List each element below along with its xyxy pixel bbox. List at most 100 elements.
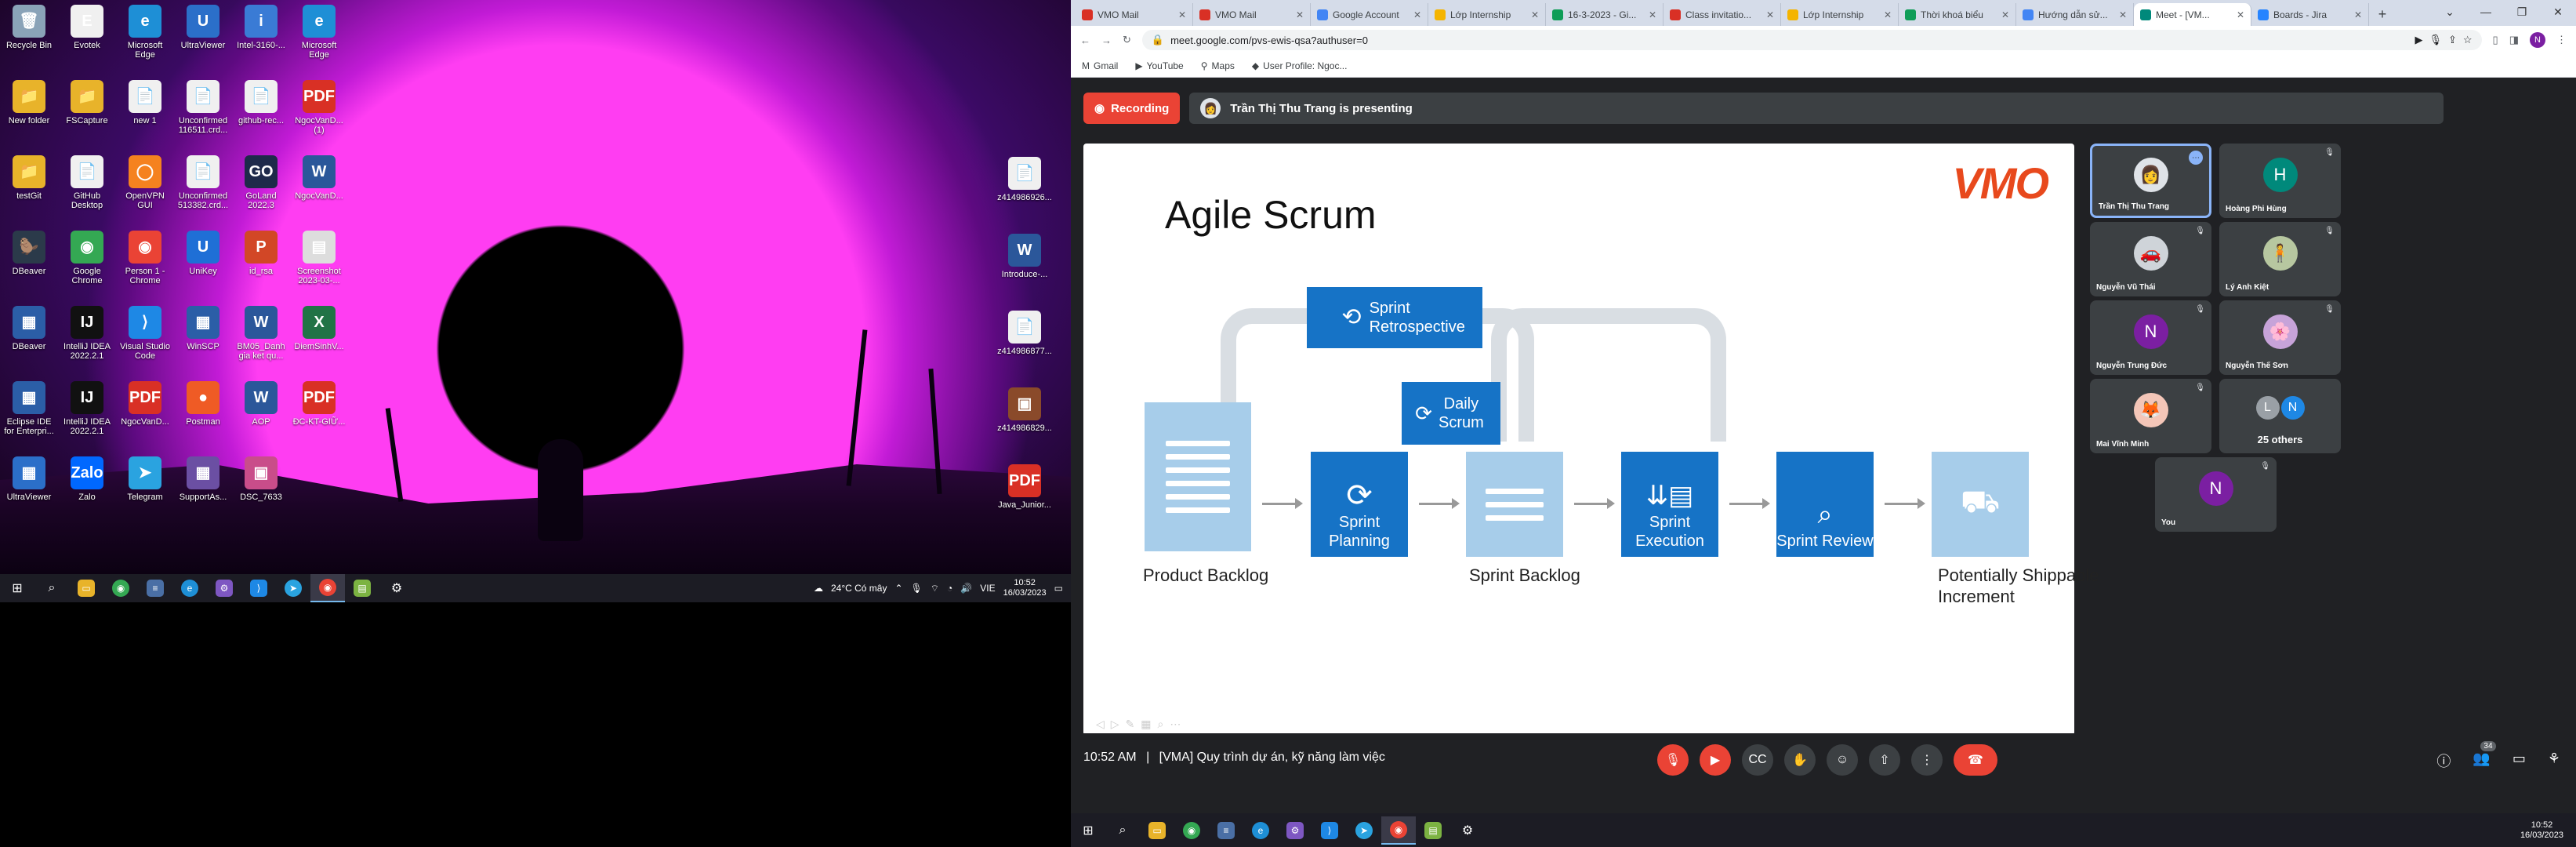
postman-icon[interactable]: ⚙ — [207, 574, 241, 602]
desktop-icon[interactable]: U UltraViewer — [176, 2, 230, 69]
tab-active[interactable]: Meet - [VM... ✕ — [2134, 3, 2251, 26]
settings-icon[interactable]: ⚙ — [379, 574, 414, 602]
desktop-icon[interactable]: PDF ĐC-KT-GIỮ... — [292, 378, 346, 445]
desktop-icon[interactable]: 📄 new 1 — [118, 77, 172, 144]
desktop-icon[interactable]: W BM05_Danh gia ket qu... — [234, 303, 288, 370]
desktop-icon[interactable]: 📄 Unconfirmed 116511.crd... — [176, 77, 230, 144]
notepad-icon[interactable]: ▤ — [1416, 816, 1450, 845]
desktop-icon[interactable]: ▤ Screenshot 2023-03-... — [292, 227, 346, 295]
desktop-icon[interactable]: ▣ z414986829... — [997, 384, 1052, 452]
chevron-up-icon[interactable]: ⌃ — [894, 583, 902, 594]
postman-icon[interactable]: ⚙ — [1278, 816, 1312, 845]
chrome-active-icon[interactable]: ◉ — [1381, 816, 1416, 845]
zoom-icon[interactable]: ⌕ — [1158, 718, 1164, 731]
desktop-icon[interactable]: ▦ Eclipse IDE for Enterpri... — [2, 378, 56, 445]
camera-off-button[interactable]: ▶ — [1700, 744, 1731, 776]
desktop-icon[interactable]: 📄 z414986877... — [997, 307, 1052, 375]
close-button[interactable]: ✕ — [2540, 0, 2576, 24]
more-options-icon[interactable]: ⋯ — [2189, 151, 2203, 165]
telegram-icon[interactable]: ➤ — [276, 574, 310, 602]
weather-text[interactable]: 24°C Có mây — [831, 583, 887, 594]
edge-icon[interactable]: e — [172, 574, 207, 602]
dbeaver-icon[interactable]: ≡ — [1209, 816, 1243, 845]
prev-slide-icon[interactable]: ◁ — [1096, 718, 1105, 731]
vscode-icon[interactable]: ⟩ — [1312, 816, 1347, 845]
desktop-icon[interactable]: 📁 FSCapture — [60, 77, 114, 144]
more-options-button[interactable]: ⋮ — [1911, 744, 1943, 776]
bookmark-item[interactable]: ⚲ Maps — [1201, 60, 1235, 71]
participant-tile[interactable]: 🚗 Nguyễn Vũ Thái 🎙 — [2090, 222, 2211, 296]
participant-tile[interactable]: 🦊 Mai Vĩnh Minh 🎙 — [2090, 379, 2211, 453]
search-icon[interactable]: ⌕ — [34, 574, 69, 602]
right-clock[interactable]: 10:52 16/03/2023 — [2520, 820, 2576, 841]
desktop-icon[interactable]: PDF Java_Junior... — [997, 461, 1052, 529]
lock-icon[interactable]: 🔒 — [1152, 34, 1164, 46]
desktop-icon[interactable]: ▦ UltraViewer — [2, 453, 56, 521]
tab[interactable]: VMO Mail ✕ — [1193, 3, 1311, 26]
desktop-icon[interactable]: ◉ Google Chrome — [60, 227, 114, 295]
activities-icon[interactable]: ⚘ — [2548, 751, 2560, 771]
tab-close-icon[interactable]: ✕ — [2237, 9, 2244, 20]
raise-hand-button[interactable]: ✋ — [1784, 744, 1816, 776]
tab[interactable]: Google Account ✕ — [1311, 3, 1428, 26]
clock[interactable]: 10:52 16/03/2023 — [1003, 578, 1047, 598]
back-icon[interactable]: ← — [1080, 35, 1090, 46]
tab-close-icon[interactable]: ✕ — [1296, 9, 1304, 20]
emoji-button[interactable]: ☺ — [1827, 744, 1858, 776]
tab[interactable]: Thời khoá biểu ✕ — [1899, 3, 2016, 26]
more-icon[interactable]: ⋯ — [1170, 718, 1181, 731]
wifi-icon[interactable]: ◔ — [947, 583, 952, 594]
telegram-icon[interactable]: ➤ — [1347, 816, 1381, 845]
tab[interactable]: Lớp Internship ✕ — [1781, 3, 1899, 26]
mic-permission-icon[interactable]: 🎙 — [2429, 34, 2442, 46]
desktop-icon[interactable]: ➤ Telegram — [118, 453, 172, 521]
desktop-icon[interactable]: PDF NgocVanD... (1) — [292, 77, 346, 144]
participant-tile[interactable]: H Hoàng Phi Hùng 🎙 — [2219, 144, 2341, 218]
minimize-button[interactable]: — — [2468, 0, 2504, 24]
settings-icon[interactable]: ⚙ — [1450, 816, 1485, 845]
dbeaver-icon[interactable]: ≡ — [138, 574, 172, 602]
desktop-icon[interactable]: ● Postman — [176, 378, 230, 445]
omnibox[interactable]: 🔒 meet.google.com/pvs-ewis-qsa?authuser=… — [1141, 30, 2482, 50]
desktop-icon[interactable]: 📁 New folder — [2, 77, 56, 144]
profile-avatar[interactable]: N — [2530, 32, 2545, 48]
notepad-icon[interactable]: ▤ — [345, 574, 379, 602]
participant-tile[interactable]: 🧍 Lý Anh Kiệt 🎙 — [2219, 222, 2341, 296]
chat-icon[interactable]: ▭ — [2513, 751, 2526, 771]
edge-icon[interactable]: e — [1243, 816, 1278, 845]
extensions-icon[interactable]: ◨ — [2509, 34, 2519, 46]
present-button[interactable]: ⇧ — [1869, 744, 1900, 776]
menu-icon[interactable]: ⋮ — [2556, 34, 2567, 46]
bookmark-star-icon[interactable]: ☆ — [2463, 34, 2473, 46]
tab[interactable]: Class invitatio... ✕ — [1664, 3, 1781, 26]
tab-close-icon[interactable]: ✕ — [1766, 9, 1774, 20]
weather-icon[interactable]: ☁ — [814, 583, 823, 594]
desktop-icon[interactable]: ▣ DSC_7633 — [234, 453, 288, 521]
tab-close-icon[interactable]: ✕ — [1413, 9, 1421, 20]
tab-close-icon[interactable]: ✕ — [1531, 9, 1539, 20]
tab-close-icon[interactable]: ✕ — [2354, 9, 2362, 20]
grid-icon[interactable]: ▦ — [1141, 718, 1151, 731]
desktop-icon[interactable]: Zalo Zalo — [60, 453, 114, 521]
desktop-icon[interactable]: ▦ DBeaver — [2, 303, 56, 370]
new-tab-button[interactable]: + — [2369, 3, 2396, 26]
desktop-icon[interactable]: U UniKey — [176, 227, 230, 295]
restore-button[interactable]: ❐ — [2504, 0, 2540, 24]
desktop-icon[interactable]: 📁 testGit — [2, 152, 56, 220]
chrome-active-icon[interactable]: ◉ — [310, 574, 345, 602]
desktop-icon[interactable]: ⟩ Visual Studio Code — [118, 303, 172, 370]
next-slide-icon[interactable]: ▷ — [1111, 718, 1119, 731]
participant-tile[interactable]: 👩 Trần Thị Thu Trang ⋯ — [2090, 144, 2211, 218]
mic-off-button[interactable]: 🎙 — [1657, 744, 1689, 776]
tab[interactable]: VMO Mail ✕ — [1076, 3, 1193, 26]
reload-icon[interactable]: ↻ — [1123, 34, 1131, 46]
tab[interactable]: Lớp Internship ✕ — [1428, 3, 1546, 26]
desktop-icon[interactable]: e Microsoft Edge — [118, 2, 172, 69]
volume-icon[interactable]: 🔊 — [960, 583, 972, 594]
tab-close-icon[interactable]: ✕ — [1884, 9, 1892, 20]
vscode-icon[interactable]: ⟩ — [241, 574, 276, 602]
desktop-icon[interactable]: X DiemSinhV... — [292, 303, 346, 370]
tab[interactable]: Boards - Jira ✕ — [2251, 3, 2369, 26]
bookmark-item[interactable]: M Gmail — [1082, 60, 1118, 71]
mic-icon[interactable]: 🎙 — [911, 583, 923, 594]
